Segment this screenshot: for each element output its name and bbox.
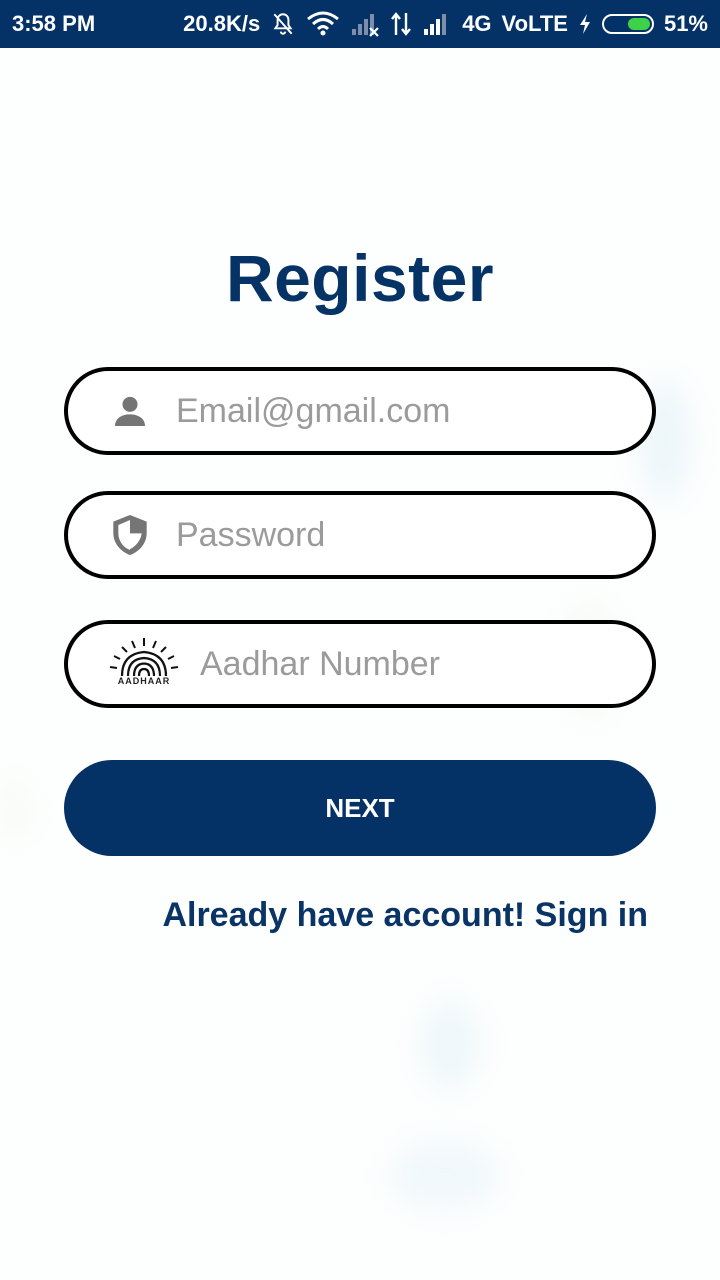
- shield-icon: [108, 513, 152, 557]
- aadhaar-logo-icon: AADHAAR: [104, 636, 184, 692]
- aadhar-field-container[interactable]: AADHAAR: [64, 620, 656, 708]
- password-input[interactable]: [176, 515, 596, 555]
- page-title: Register: [225, 241, 495, 315]
- status-time: 3:58 PM: [12, 11, 96, 36]
- network-speed: 20.8K/s: [183, 11, 261, 36]
- battery-icon: [601, 14, 654, 34]
- network-type: 4G: [462, 11, 492, 36]
- background-texture: [390, 1140, 500, 1210]
- person-icon: [108, 389, 152, 433]
- status-bar: 3:58 PM 20.8K/s 4G VoLTE 51%: [0, 0, 720, 48]
- background-texture: [420, 1000, 480, 1090]
- data-arrows-icon: [390, 11, 412, 37]
- next-button[interactable]: NEXT: [64, 760, 656, 856]
- aadhar-input[interactable]: [200, 644, 620, 684]
- email-input[interactable]: [176, 391, 596, 431]
- volte-label: VoLTE: [501, 11, 568, 36]
- sign-in-link[interactable]: Already have account! Sign in: [162, 896, 648, 935]
- wifi-icon: [306, 11, 340, 37]
- password-field-container[interactable]: [64, 491, 656, 579]
- signal-x-icon: [350, 11, 380, 37]
- battery-level-fill: [627, 18, 650, 30]
- battery-percent: 51%: [663, 11, 708, 36]
- aadhaar-logo-text: AADHAAR: [117, 676, 171, 686]
- email-field-container[interactable]: [64, 367, 656, 455]
- background-texture: [0, 780, 30, 840]
- charging-icon: [578, 13, 592, 35]
- bell-off-icon: [270, 11, 296, 37]
- signal-icon: [422, 11, 452, 37]
